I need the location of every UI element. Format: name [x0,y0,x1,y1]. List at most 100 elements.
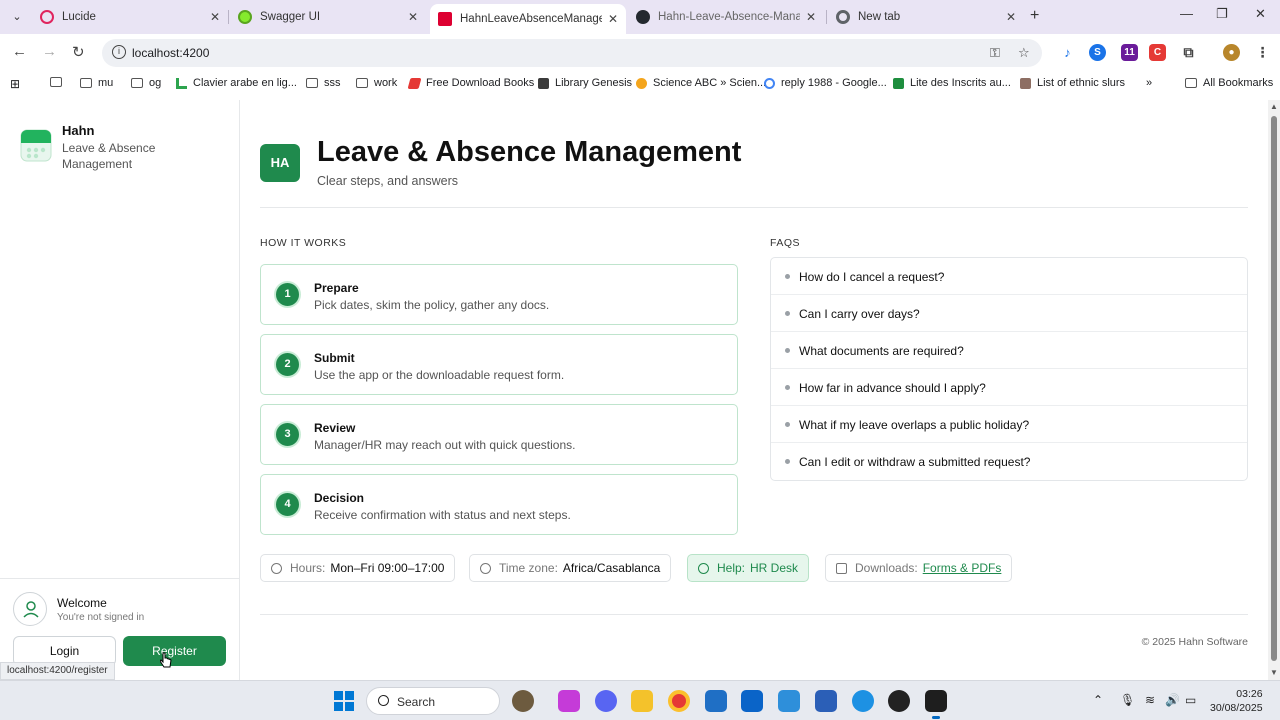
store-icon[interactable] [815,690,837,712]
scroll-up-icon[interactable]: ▲ [1270,102,1278,111]
google-icon [764,77,775,89]
system-clock[interactable]: 03:26 30/08/2025 [1210,687,1263,715]
photos-icon[interactable] [705,690,727,712]
browser-tab[interactable]: Hahn-Leave-Absence-Manage ✕ [628,4,824,30]
character-app-icon[interactable] [512,690,534,712]
help-chip[interactable]: Help: HR Desk [687,554,810,582]
folder-icon [356,78,368,88]
folder-icon [80,78,92,88]
sidebar: Hahn Leave & Absence Management Welcome … [0,100,240,680]
more-bookmarks-chevron-icon[interactable]: » [1146,77,1152,89]
teams-extension-icon[interactable]: 11 [1121,44,1138,61]
scroll-thumb[interactable] [1271,116,1277,661]
github-desktop-icon[interactable] [888,690,910,712]
terminal-icon[interactable] [925,690,947,719]
address-bar[interactable]: i localhost:4200 ⚿ ☆ [102,39,1042,67]
bullet-icon [785,311,790,316]
bookmark-star-icon[interactable]: ☆ [1018,45,1030,61]
faq-item[interactable]: Can I carry over days? [771,295,1247,332]
apps-grid-icon[interactable]: ⊞ [10,77,20,91]
outlook-icon[interactable] [741,690,763,712]
close-icon[interactable]: ✕ [608,12,618,26]
windows-start-icon[interactable] [334,691,354,711]
page-scrollbar[interactable]: ▲ ▼ [1268,100,1280,680]
microphone-icon[interactable]: 🎙 [1120,693,1135,707]
bookmark-folder[interactable]: work [356,77,397,89]
github-favicon-icon [636,10,650,24]
colorzilla-extension-icon[interactable]: C [1149,44,1166,61]
site-info-icon[interactable]: i [112,45,126,59]
bookmark-link[interactable]: Free Download Books [407,77,534,89]
bookmark-link[interactable]: List of ethnic slurs [1020,77,1125,89]
browser-tab-active[interactable]: HahnLeaveAbsenceManageme ✕ [430,4,626,34]
wifi-icon[interactable]: ≋ [1145,693,1155,707]
bullet-icon [785,459,790,464]
bookmark-folder[interactable]: mu [80,77,113,89]
bookmark-link[interactable]: Library Genesis [538,77,632,89]
page-title: Leave & Absence Management [317,136,742,168]
bookmark-link[interactable]: reply 1988 - Google... [764,77,887,89]
wiki-icon [1020,77,1031,89]
scroll-down-icon[interactable]: ▼ [1270,668,1278,677]
docker-icon[interactable] [852,690,874,712]
chrome-icon[interactable] [668,690,690,712]
minimize-icon[interactable]: — [1180,6,1193,21]
welcome-subtitle: You're not signed in [57,612,145,623]
shazam-extension-icon[interactable]: S [1089,44,1106,61]
close-icon[interactable]: ✕ [210,10,220,24]
divider [0,578,239,579]
faq-item[interactable]: How far in advance should I apply? [771,369,1247,406]
tab-title: Swagger UI [260,11,321,23]
main-content: HA Leave & Absence Management Clear step… [260,100,1248,680]
faq-item[interactable]: How do I cancel a request? [771,258,1247,295]
bullet-icon [785,385,790,390]
battery-icon[interactable]: ▭ [1185,693,1196,707]
step-card: 4 Decision Receive confirmation with sta… [260,474,738,535]
clock-icon [271,562,282,574]
bookmark-link[interactable]: Lite des Inscrits au... [893,77,1011,89]
step-description: Pick dates, skim the policy, gather any … [314,298,550,312]
copilot-icon[interactable] [558,690,580,712]
forms-pdfs-link[interactable]: Forms & PDFs [923,561,1002,575]
forward-arrow-icon[interactable]: → [42,43,57,60]
close-icon[interactable]: ✕ [1006,10,1016,24]
folder-icon [131,78,143,88]
menu-kebab-icon[interactable]: ⋮ [1254,44,1271,61]
bookmark-folder[interactable]: sss [306,77,341,89]
bookmark-link[interactable]: Science ABC » Scien... [636,77,766,89]
file-explorer-icon[interactable] [631,690,653,712]
bookmark-folder[interactable] [50,77,68,87]
browser-tab[interactable]: Swagger UI ✕ [230,4,426,30]
window-close-icon[interactable]: ✕ [1255,6,1266,22]
hours-chip: Hours: Mon–Fri 09:00–17:00 [260,554,456,582]
close-icon[interactable]: ✕ [408,10,418,24]
close-icon[interactable]: ✕ [806,10,816,24]
taskbar-search[interactable]: Search [366,687,500,715]
restore-icon[interactable]: ❐ [1216,6,1228,22]
tray-chevron-icon[interactable]: ⌃ [1093,693,1103,707]
snipping-tool-icon[interactable] [778,690,800,712]
extensions-puzzle-icon[interactable]: ⧉ [1180,44,1197,61]
bookmark-link[interactable]: Clavier arabe en lig... [176,77,297,89]
all-bookmarks-folder[interactable]: All Bookmarks [1185,77,1273,89]
browser-tab[interactable]: Lucide ✕ [32,4,228,30]
faq-item[interactable]: Can I edit or withdraw a submitted reque… [771,443,1247,480]
profile-avatar-icon[interactable]: ● [1223,44,1240,61]
discord-icon[interactable] [595,690,617,712]
new-tab-plus-icon[interactable]: + [1030,7,1039,25]
faq-item[interactable]: What if my leave overlaps a public holid… [771,406,1247,443]
tab-search-dropdown[interactable]: ⌄ [6,7,28,27]
faq-item[interactable]: What documents are required? [771,332,1247,369]
password-key-icon[interactable]: ⚿ [990,45,1000,61]
chrome-favicon-icon [836,10,850,24]
bookmark-folder[interactable]: og [131,77,161,89]
browser-tab[interactable]: New tab ✕ [828,4,1024,30]
back-arrow-icon[interactable]: ← [12,43,27,60]
volume-icon[interactable]: 🔊 [1165,693,1180,707]
read-aloud-extension-icon[interactable]: ♪ [1059,44,1076,61]
step-description: Use the app or the downloadable request … [314,368,565,382]
reload-icon[interactable]: ↻ [72,43,85,61]
link-status-bubble: localhost:4200/register [0,662,115,680]
address-text[interactable]: localhost:4200 [132,46,209,60]
register-button[interactable]: Register [123,636,226,666]
